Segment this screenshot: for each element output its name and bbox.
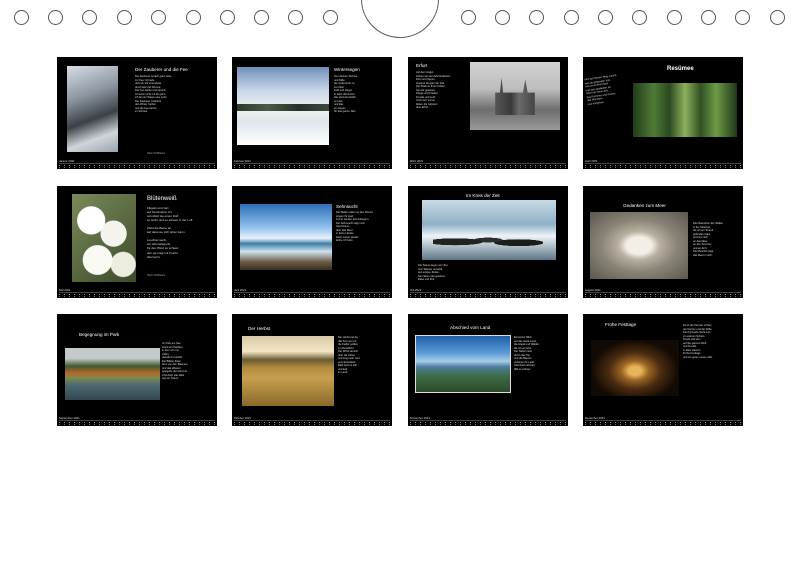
month-page-march[interactable]: Erfurt Auf dem Hügel stehen sie seit Jah… (408, 57, 568, 169)
poem-text: Auf dem Hügel stehen sie seit Jahrhunder… (416, 71, 451, 109)
binding-ring (254, 10, 269, 25)
binding-ring (151, 10, 166, 25)
page-title: Erfurt (416, 63, 428, 68)
poem-text: Ein letzter Blick auf das weite Land, di… (514, 336, 540, 371)
binding-ring (735, 10, 750, 25)
day-strip (410, 163, 566, 168)
poem-text: Im Park am See stand ein Pavillon, in de… (162, 342, 189, 380)
month-page-september[interactable]: Begegnung im Park Im Park am See stand e… (57, 314, 217, 426)
author-name: Hans Schiffmann (147, 274, 166, 277)
binding-ring (117, 10, 132, 25)
day-strip (234, 420, 390, 425)
rocks-photo (422, 200, 556, 260)
page-title: Der Herbst (248, 326, 271, 331)
lake-photo (65, 348, 160, 400)
day-strip (410, 420, 566, 425)
page-title: Abschied vom Land (450, 325, 491, 330)
field-photo (242, 336, 334, 406)
forest-photo (633, 83, 737, 137)
page-title: Wintersegen (334, 67, 360, 72)
day-strip (234, 163, 390, 168)
candle-pyramid-photo (591, 340, 679, 396)
month-pages-grid: Der Zauberer und die Fee Der Zauberer sp… (57, 57, 743, 427)
page-title: Resümee (667, 66, 694, 72)
binding-ring (186, 10, 201, 25)
snow-tree-photo (67, 66, 118, 152)
day-strip (410, 292, 566, 297)
day-strip (585, 292, 741, 297)
valley-photo (415, 335, 511, 393)
page-title: Frohe Festtage (605, 322, 637, 327)
poem-text: Nun decken Schnee und Stille die müde Er… (334, 75, 358, 113)
poem-text: Flügeln und zart auf besonderer Art verm… (147, 206, 194, 259)
poem-text: Der Zauberer sprach ganz leise, zur Fee:… (135, 75, 173, 113)
day-strip (585, 420, 741, 425)
author-name: Hans Schiffmann (147, 152, 166, 155)
page-title: Im Kreis der Zeit (466, 193, 500, 198)
day-strip (59, 163, 215, 168)
page-title: Der Zauberer und die Fee (135, 67, 188, 72)
binding-ring (770, 10, 785, 25)
poem-text: Sieh auf deinen Weg zurück, was du gegan… (583, 73, 618, 106)
binding-ring (529, 10, 544, 25)
binding-ring (82, 10, 97, 25)
blossom-photo (72, 194, 136, 282)
month-page-october[interactable]: Der Herbst Der Herbst ist da, das Korn i… (232, 314, 392, 426)
binding-ring (288, 10, 303, 25)
poem-text: Die Wellen rollen an den Strand, singen … (336, 211, 374, 242)
binding-ring (701, 10, 716, 25)
month-page-january[interactable]: Der Zauberer und die Fee Der Zauberer sp… (57, 57, 217, 169)
month-page-july[interactable]: Im Kreis der Zeit Die Steine liegen am U… (408, 186, 568, 298)
poem-text: Es ist die Zeit der Lichter, der Kerzen … (683, 324, 713, 359)
month-page-november[interactable]: Abschied vom Land Ein letzter Blick auf … (408, 314, 568, 426)
binding-ring (598, 10, 613, 25)
page-title: Gedanken zum Meer (623, 203, 666, 208)
winter-landscape-photo (237, 67, 329, 145)
day-strip (234, 292, 390, 297)
poem-text: Das Rauschen der Wellen in der Muschel, … (693, 222, 724, 257)
binding-ring (220, 10, 235, 25)
binding-ring (48, 10, 63, 25)
binding-ring (323, 10, 338, 25)
poem-text: Die Steine liegen am Ufer, vom Wasser um… (418, 264, 449, 282)
day-strip (59, 420, 215, 425)
binding-ring (667, 10, 682, 25)
poem-text: Der Herbst ist da, das Korn ist reif, di… (338, 336, 360, 374)
month-page-june[interactable]: Sehnsucht Die Wellen rollen an den Stran… (232, 186, 392, 298)
month-page-april[interactable]: Resümee Sieh auf deinen Weg zurück, was … (583, 57, 743, 169)
month-page-may[interactable]: Blütenweiß Flügeln und zart auf besonder… (57, 186, 217, 298)
cathedral-photo (470, 62, 560, 130)
calendar-binding (0, 0, 800, 40)
page-title: Begegnung im Park (79, 332, 120, 337)
day-strip (585, 163, 741, 168)
hanger-cutout (361, 0, 439, 38)
page-title: Sehnsucht (336, 204, 358, 209)
binding-ring (461, 10, 476, 25)
poem-text-continued (470, 133, 560, 155)
month-page-december[interactable]: Frohe Festtage Es ist die Zeit der Licht… (583, 314, 743, 426)
binding-ring (564, 10, 579, 25)
day-strip (59, 292, 215, 297)
page-title: Blütenweiß (147, 196, 177, 202)
binding-ring (14, 10, 29, 25)
month-page-february[interactable]: Wintersegen Nun decken Schnee und Stille… (232, 57, 392, 169)
month-page-august[interactable]: Gedanken zum Meer Das Rauschen der Welle… (583, 186, 743, 298)
binding-ring (495, 10, 510, 25)
binding-ring (632, 10, 647, 25)
sea-photo (240, 204, 332, 270)
shell-photo (590, 212, 688, 279)
